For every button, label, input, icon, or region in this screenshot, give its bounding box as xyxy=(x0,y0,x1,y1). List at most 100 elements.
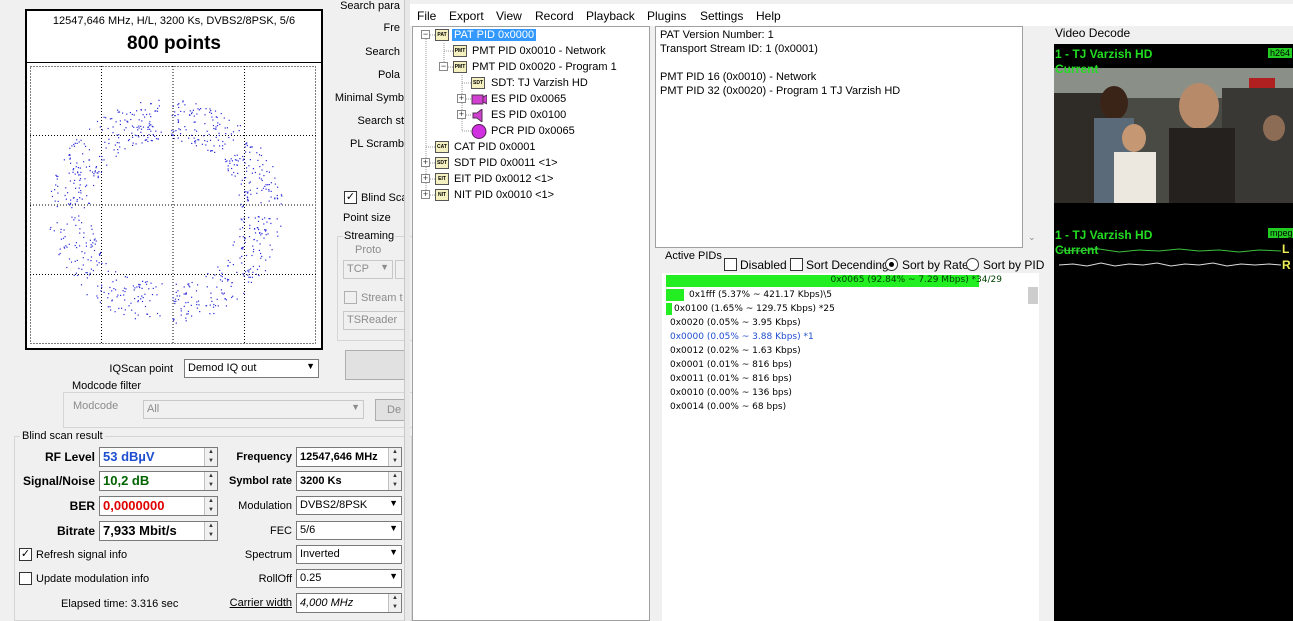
menu-settings[interactable]: Settings xyxy=(700,9,743,23)
pid-rate-row[interactable]: 0x0001 (0.01% ~ 816 bps) xyxy=(662,358,1026,371)
audio-right-channel: R xyxy=(1282,258,1291,272)
polarization-param-label: Pola xyxy=(377,69,400,81)
pid-list-scroll-thumb[interactable] xyxy=(1028,287,1038,304)
carrier-width-link[interactable]: Carrier width xyxy=(200,597,292,609)
info-line: PMT PID 32 (0x0020) - Program 1 TJ Varzi… xyxy=(660,85,901,97)
pid-rate-row[interactable]: 0x0020 (0.05% ~ 3.95 Kbps) xyxy=(662,316,1026,329)
expand-toggle-icon[interactable]: + xyxy=(421,158,430,167)
refresh-signal-checkbox[interactable]: ✓ xyxy=(19,548,32,561)
menu-bar: File Export View Record Playback Plugins… xyxy=(410,4,1293,26)
pid-rate-row[interactable]: 0x0011 (0.01% ~ 816 bps) xyxy=(662,372,1026,385)
chevron-down-icon: ▼ xyxy=(389,523,398,533)
tree-item-nit[interactable]: NIT PID 0x0010 <1> xyxy=(454,189,554,201)
stream-label: Stream t xyxy=(361,292,403,304)
pid-rate-row[interactable]: 0x0012 (0.02% ~ 1.63 Kbps) xyxy=(662,344,1026,357)
window-border xyxy=(404,0,410,621)
expand-toggle-icon[interactable]: + xyxy=(421,174,430,183)
pid-rate-row[interactable]: 0x0100 (1.65% ~ 129.75 Kbps) *25 xyxy=(662,302,1026,315)
audio-waveform xyxy=(1059,248,1281,267)
collapse-toggle-icon[interactable]: − xyxy=(439,62,448,71)
sort-by-rate-radio[interactable] xyxy=(885,258,898,271)
tree-item-sdt-service[interactable]: SDT: TJ Varzish HD xyxy=(491,77,588,89)
pid-rate-text: 0x0011 (0.01% ~ 816 bps) xyxy=(670,374,792,384)
tree-item-pmt-network[interactable]: PMT PID 0x0010 - Network xyxy=(472,45,606,57)
symbol-rate-field[interactable]: 3200 Ks ▲ ▼ xyxy=(296,471,402,491)
pid-rate-text: 0x0001 (0.01% ~ 816 bps) xyxy=(670,360,792,370)
tree-item-pat[interactable]: PAT PID 0x0000 xyxy=(452,29,537,41)
video-status: Current xyxy=(1055,62,1099,76)
tree-item-sdt[interactable]: SDT PID 0x0011 <1> xyxy=(454,157,558,169)
tree-item-es-audio[interactable]: ES PID 0x0100 xyxy=(491,109,566,121)
audio-channel-name: 1 - TJ Varzish HD xyxy=(1055,228,1153,242)
modcode-select[interactable]: All ▼ xyxy=(143,400,364,419)
pid-info-panel[interactable]: PAT Version Number: 1 Transport Stream I… xyxy=(655,26,1023,248)
pcr-icon xyxy=(471,124,487,139)
sort-descending-label: Sort Decending xyxy=(806,258,889,272)
ber-label: BER xyxy=(69,499,95,513)
tree-item-pcr[interactable]: PCR PID 0x0065 xyxy=(491,125,575,137)
disabled-checkbox[interactable] xyxy=(724,258,737,271)
frequency-field[interactable]: 12547,646 MHz ▲ ▼ xyxy=(296,447,402,467)
rolloff-select[interactable]: 0.25 ▼ xyxy=(296,569,402,588)
tree-item-pmt-program[interactable]: PMT PID 0x0020 - Program 1 xyxy=(472,61,617,73)
symbol-rate-label: Symbol rate xyxy=(229,475,292,487)
modulation-select[interactable]: DVBS2/8PSK ▼ xyxy=(296,496,402,515)
frequency-param-label: Fre xyxy=(383,22,401,34)
search-params-label: Search para xyxy=(340,0,400,12)
pid-rate-list[interactable]: 0x0065 (92.84% ~ 7.29 Mbps) *34/29 0x1fff… xyxy=(662,273,1039,621)
pid-rate-row[interactable]: 0x0065 (92.84% ~ 7.29 Mbps) *34/29 xyxy=(662,274,1026,287)
pid-rate-row[interactable]: 0x0000 (0.05% ~ 3.88 Kbps) *1 xyxy=(662,330,1026,343)
menu-help[interactable]: Help xyxy=(756,9,781,23)
menu-plugins[interactable]: Plugins xyxy=(647,9,686,23)
fec-select[interactable]: 5/6 ▼ xyxy=(296,521,402,540)
blind-scan-checkbox[interactable]: ✓ xyxy=(344,191,357,204)
video-frame xyxy=(1054,68,1293,203)
menu-file[interactable]: File xyxy=(417,9,436,23)
expand-toggle-icon[interactable]: + xyxy=(421,190,430,199)
menu-view[interactable]: View xyxy=(496,9,522,23)
info-line: Transport Stream ID: 1 (0x0001) xyxy=(660,43,818,55)
chevron-down-icon: ▼ xyxy=(380,262,389,272)
spectrum-select[interactable]: Inverted ▼ xyxy=(296,545,402,564)
blind-scan-label: Blind Sca xyxy=(361,192,408,204)
info-scrollbar[interactable]: ⌄ xyxy=(1025,26,1041,248)
video-codec-badge: h264 xyxy=(1268,48,1293,58)
active-pids-panel: Active PIDs Disabled Sort Decending Sort… xyxy=(657,250,1044,621)
sort-descending-checkbox[interactable] xyxy=(790,258,803,271)
pid-rate-row[interactable]: 0x0010 (0.00% ~ 136 bps) xyxy=(662,386,1026,399)
expand-toggle-icon[interactable]: + xyxy=(457,94,466,103)
menu-record[interactable]: Record xyxy=(535,9,574,23)
iqscan-select[interactable]: Demod IQ out ▼ xyxy=(184,359,319,378)
proto-select[interactable]: TCP ▼ xyxy=(343,260,393,279)
nit-icon: NIT xyxy=(435,189,449,201)
collapse-toggle-icon[interactable]: − xyxy=(421,30,430,39)
menu-playback[interactable]: Playback xyxy=(586,9,635,23)
chevron-down-icon: ▼ xyxy=(306,361,315,371)
expand-toggle-icon[interactable]: + xyxy=(457,110,466,119)
tree-item-eit[interactable]: EIT PID 0x0012 <1> xyxy=(454,173,553,185)
sdt-icon: SDT xyxy=(435,157,449,169)
carrier-width-field[interactable]: 4,000 MHz ▲ ▼ xyxy=(296,593,402,613)
tsreader-select[interactable]: TSReader xyxy=(343,311,410,330)
update-modulation-checkbox[interactable] xyxy=(19,572,32,585)
pid-rate-row[interactable]: 0x1fff (5.37% ~ 421.17 Kbps)\5 xyxy=(662,288,1026,301)
audio-left-channel: L xyxy=(1282,242,1290,256)
pid-rate-row[interactable]: 0x0014 (0.00% ~ 68 bps) xyxy=(662,400,1026,413)
tree-item-cat[interactable]: CAT PID 0x0001 xyxy=(454,141,536,153)
spin-arrows-icon[interactable]: ▲ ▼ xyxy=(388,448,401,466)
tree-item-es-video[interactable]: ES PID 0x0065 xyxy=(491,93,566,105)
stream-checkbox[interactable] xyxy=(344,291,357,304)
spectrum-label: Spectrum xyxy=(244,549,292,561)
scroll-down-icon[interactable]: ⌄ xyxy=(1028,232,1036,243)
spin-arrows-icon[interactable]: ▲ ▼ xyxy=(388,472,401,490)
video-es-icon xyxy=(471,93,488,106)
menu-export[interactable]: Export xyxy=(449,9,484,23)
action-button[interactable] xyxy=(345,350,410,380)
update-modulation-label: Update modulation info xyxy=(36,573,150,585)
spin-arrows-icon[interactable]: ▲ ▼ xyxy=(388,594,401,612)
pid-rate-text: 0x0000 (0.05% ~ 3.88 Kbps) *1 xyxy=(670,332,814,342)
sort-by-pid-radio[interactable] xyxy=(966,258,979,271)
video-decode-panel: 1 - TJ Varzish HD Current h264 1 - TJ Va… xyxy=(1054,44,1293,621)
blind-scan-result-title: Blind scan result xyxy=(20,430,105,442)
audio-codec-badge: mpeg xyxy=(1268,228,1293,238)
